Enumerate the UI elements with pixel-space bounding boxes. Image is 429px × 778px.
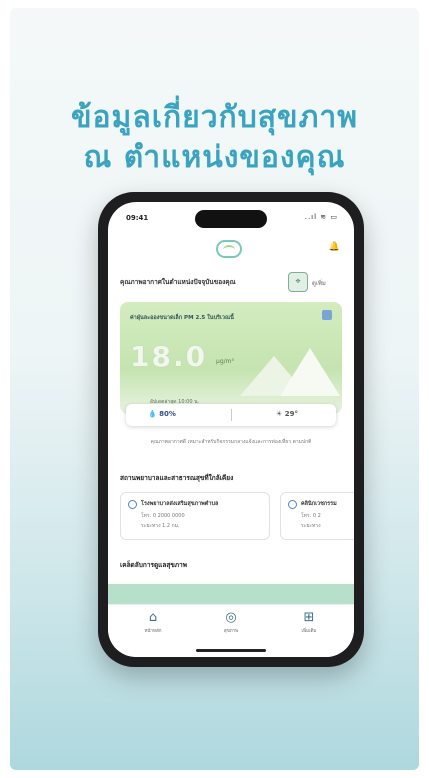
status-icons: ..ıl ≋ ▭ [304,213,338,221]
leaf-circle-logo-icon [216,240,242,258]
grid-menu-icon: ⊞ [303,610,315,625]
heart-pulse-icon: ◎ [225,610,237,625]
temperature-value: ☀ 29° [276,410,298,418]
hospital-name: คลินิกเวชกรรม [301,501,337,507]
map-pin-icon[interactable]: ⌖ [288,272,308,292]
tips-section-title: เคล็ดลับการดูแลสุขภาพ [120,561,187,569]
phone-frame: 09:41 ..ıl ≋ ▭ 🔔 คุณภาพอากาศในตำแหน่งปัจ… [98,192,364,667]
tab-home[interactable]: ⌂ หน้าหลัก [128,610,178,635]
mountain-illustration [280,348,340,396]
hospital-icon [288,500,297,509]
tab-health[interactable]: ◎ สุขภาพ [206,610,256,635]
hospital-distance: ระยะทาง [301,523,321,529]
bell-icon[interactable]: 🔔 [329,242,340,252]
hospital-phone: โทร. 0 2 [301,513,321,519]
status-time: 09:41 [126,214,149,222]
hospitals-section-title: สถานพยาบาลและสาธารณสุขที่ใกล้เคียง [120,474,234,482]
health-advice: คุณภาพอากาศดี เหมาะสำหรับกิจกรรมกลางแจ้ง… [150,439,312,445]
tab-label: สุขภาพ [223,629,239,634]
air-quality-card[interactable]: ค่าฝุ่นละอองขนาดเล็ก PM 2.5 ในบริเวณนี้ … [120,302,342,414]
hospital-icon [128,500,137,509]
headline-line-2: ณ ตำแหน่งของคุณ [83,140,346,175]
promo-card: ข้อมูลเกี่ยวกับสุขภาพ ณ ตำแหน่งของคุณ 09… [10,8,419,770]
home-icon: ⌂ [148,610,158,625]
location-row[interactable]: คุณภาพอากาศในตำแหน่งปัจจุบันของคุณ ⌖ ดูเ… [120,272,342,294]
tab-label: เพิ่มเติม [301,629,317,634]
tab-more[interactable]: ⊞ เพิ่มเติม [284,610,334,635]
divider [231,409,232,421]
humidity-value: 💧 80% [148,410,176,418]
location-label: คุณภาพอากาศในตำแหน่งปัจจุบันของคุณ [120,278,236,286]
tips-banner[interactable] [108,584,354,604]
air-quality-label: ค่าฝุ่นละอองขนาดเล็ก PM 2.5 ในบริเวณนี้ [130,315,234,321]
home-indicator[interactable] [196,649,266,652]
hospital-name: โรงพยาบาลส่งเสริมสุขภาพตำบล [141,501,219,507]
air-quality-unit: µg/m³ [216,358,234,365]
dynamic-island [195,210,267,228]
info-icon[interactable] [322,310,332,320]
tab-label: หน้าหลัก [144,629,162,634]
phone-screen: 09:41 ..ıl ≋ ▭ 🔔 คุณภาพอากาศในตำแหน่งปัจ… [108,202,354,657]
hospital-card[interactable]: คลินิกเวชกรรม โทร. 0 2 ระยะทาง [280,492,354,540]
air-quality-value: 18.0 [130,340,208,373]
hospital-distance: ระยะทาง 1.2 กม. [141,523,180,529]
hospital-phone: โทร. 0 2000 0000 [141,513,185,519]
location-more-link[interactable]: ดูเพิ่ม [312,278,326,288]
hospital-card[interactable]: โรงพยาบาลส่งเสริมสุขภาพตำบล โทร. 0 2000 … [120,492,270,540]
weather-bar: 💧 80% ☀ 29° [126,404,336,426]
